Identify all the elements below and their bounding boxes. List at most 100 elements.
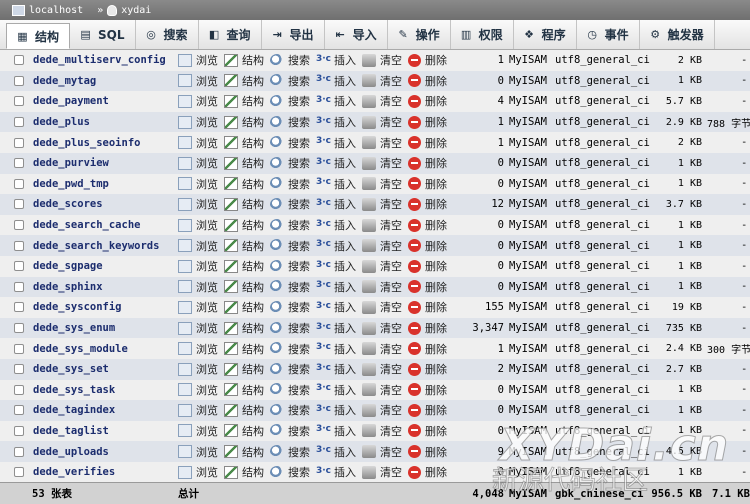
- structure-action[interactable]: 结构: [224, 299, 264, 315]
- table-name-link[interactable]: dede_plus: [33, 116, 90, 128]
- table-name-link[interactable]: dede_plus_seoinfo: [33, 137, 140, 149]
- search-action[interactable]: 搜索: [270, 464, 310, 480]
- empty-action[interactable]: 清空: [362, 341, 402, 357]
- structure-action[interactable]: 结构: [224, 464, 264, 480]
- structure-action[interactable]: 结构: [224, 73, 264, 89]
- browse-action[interactable]: 浏览: [178, 444, 218, 460]
- insert-action[interactable]: 3·c 插入: [316, 402, 356, 418]
- insert-action[interactable]: 3·c 插入: [316, 135, 356, 151]
- structure-action[interactable]: 结构: [224, 258, 264, 274]
- structure-action[interactable]: 结构: [224, 402, 264, 418]
- search-action[interactable]: 搜索: [270, 361, 310, 377]
- empty-action[interactable]: 清空: [362, 114, 402, 130]
- drop-action[interactable]: 删除: [408, 464, 447, 480]
- insert-action[interactable]: 3·c 插入: [316, 423, 356, 439]
- table-name-link[interactable]: dede_taglist: [33, 425, 109, 437]
- browse-action[interactable]: 浏览: [178, 464, 218, 480]
- search-action[interactable]: 搜索: [270, 93, 310, 109]
- breadcrumb-database[interactable]: xydai: [121, 5, 151, 16]
- table-name-link[interactable]: dede_sys_module: [33, 343, 128, 355]
- row-checkbox[interactable]: [14, 425, 24, 436]
- empty-action[interactable]: 清空: [362, 279, 402, 295]
- empty-action[interactable]: 清空: [362, 423, 402, 439]
- row-checkbox[interactable]: [14, 405, 24, 416]
- browse-action[interactable]: 浏览: [178, 361, 218, 377]
- row-checkbox[interactable]: [14, 384, 24, 395]
- insert-action[interactable]: 3·c 插入: [316, 341, 356, 357]
- browse-action[interactable]: 浏览: [178, 52, 218, 68]
- table-name-link[interactable]: dede_sgpage: [33, 260, 103, 272]
- drop-action[interactable]: 删除: [408, 114, 447, 130]
- drop-action[interactable]: 删除: [408, 320, 447, 336]
- search-action[interactable]: 搜索: [270, 114, 310, 130]
- row-checkbox[interactable]: [14, 220, 24, 231]
- empty-action[interactable]: 清空: [362, 217, 402, 233]
- structure-action[interactable]: 结构: [224, 279, 264, 295]
- table-name-link[interactable]: dede_uploads: [33, 446, 109, 458]
- empty-action[interactable]: 清空: [362, 52, 402, 68]
- tab-0[interactable]: ▦ 结构: [6, 23, 71, 49]
- tab-7[interactable]: ▥ 权限: [451, 20, 514, 49]
- insert-action[interactable]: 3·c 插入: [316, 114, 356, 130]
- table-name-link[interactable]: dede_purview: [33, 157, 109, 169]
- drop-action[interactable]: 删除: [408, 176, 447, 192]
- structure-action[interactable]: 结构: [224, 52, 264, 68]
- row-checkbox[interactable]: [14, 302, 24, 313]
- search-action[interactable]: 搜索: [270, 217, 310, 233]
- row-checkbox[interactable]: [14, 75, 24, 86]
- insert-action[interactable]: 3·c 插入: [316, 93, 356, 109]
- search-action[interactable]: 搜索: [270, 423, 310, 439]
- structure-action[interactable]: 结构: [224, 238, 264, 254]
- empty-action[interactable]: 清空: [362, 299, 402, 315]
- drop-action[interactable]: 删除: [408, 217, 447, 233]
- browse-action[interactable]: 浏览: [178, 93, 218, 109]
- structure-action[interactable]: 结构: [224, 176, 264, 192]
- drop-action[interactable]: 删除: [408, 238, 447, 254]
- tab-10[interactable]: ⚙ 触发器: [640, 20, 715, 49]
- empty-action[interactable]: 清空: [362, 402, 402, 418]
- row-checkbox[interactable]: [14, 199, 24, 210]
- search-action[interactable]: 搜索: [270, 196, 310, 212]
- row-checkbox[interactable]: [14, 467, 24, 478]
- row-checkbox[interactable]: [14, 343, 24, 354]
- row-checkbox[interactable]: [14, 240, 24, 251]
- empty-action[interactable]: 清空: [362, 361, 402, 377]
- empty-action[interactable]: 清空: [362, 196, 402, 212]
- table-name-link[interactable]: dede_pwd_tmp: [33, 178, 109, 190]
- search-action[interactable]: 搜索: [270, 155, 310, 171]
- structure-action[interactable]: 结构: [224, 320, 264, 336]
- search-action[interactable]: 搜索: [270, 320, 310, 336]
- table-name-link[interactable]: dede_tagindex: [33, 404, 115, 416]
- empty-action[interactable]: 清空: [362, 258, 402, 274]
- search-action[interactable]: 搜索: [270, 444, 310, 460]
- tab-1[interactable]: ▤ SQL: [70, 20, 136, 49]
- row-checkbox[interactable]: [14, 96, 24, 107]
- tab-9[interactable]: ◷ 事件: [577, 20, 640, 49]
- drop-action[interactable]: 删除: [408, 402, 447, 418]
- browse-action[interactable]: 浏览: [178, 217, 218, 233]
- browse-action[interactable]: 浏览: [178, 176, 218, 192]
- search-action[interactable]: 搜索: [270, 135, 310, 151]
- browse-action[interactable]: 浏览: [178, 279, 218, 295]
- insert-action[interactable]: 3·c 插入: [316, 196, 356, 212]
- empty-action[interactable]: 清空: [362, 135, 402, 151]
- drop-action[interactable]: 删除: [408, 341, 447, 357]
- empty-action[interactable]: 清空: [362, 93, 402, 109]
- insert-action[interactable]: 3·c 插入: [316, 52, 356, 68]
- browse-action[interactable]: 浏览: [178, 382, 218, 398]
- row-checkbox[interactable]: [14, 281, 24, 292]
- browse-action[interactable]: 浏览: [178, 155, 218, 171]
- browse-action[interactable]: 浏览: [178, 423, 218, 439]
- insert-action[interactable]: 3·c 插入: [316, 176, 356, 192]
- table-name-link[interactable]: dede_search_keywords: [33, 240, 159, 252]
- browse-action[interactable]: 浏览: [178, 258, 218, 274]
- drop-action[interactable]: 删除: [408, 299, 447, 315]
- tab-6[interactable]: ✎ 操作: [388, 20, 451, 49]
- table-name-link[interactable]: dede_sys_enum: [33, 322, 115, 334]
- row-checkbox[interactable]: [14, 158, 24, 169]
- structure-action[interactable]: 结构: [224, 93, 264, 109]
- search-action[interactable]: 搜索: [270, 279, 310, 295]
- drop-action[interactable]: 删除: [408, 93, 447, 109]
- empty-action[interactable]: 清空: [362, 320, 402, 336]
- table-name-link[interactable]: dede_sphinx: [33, 281, 103, 293]
